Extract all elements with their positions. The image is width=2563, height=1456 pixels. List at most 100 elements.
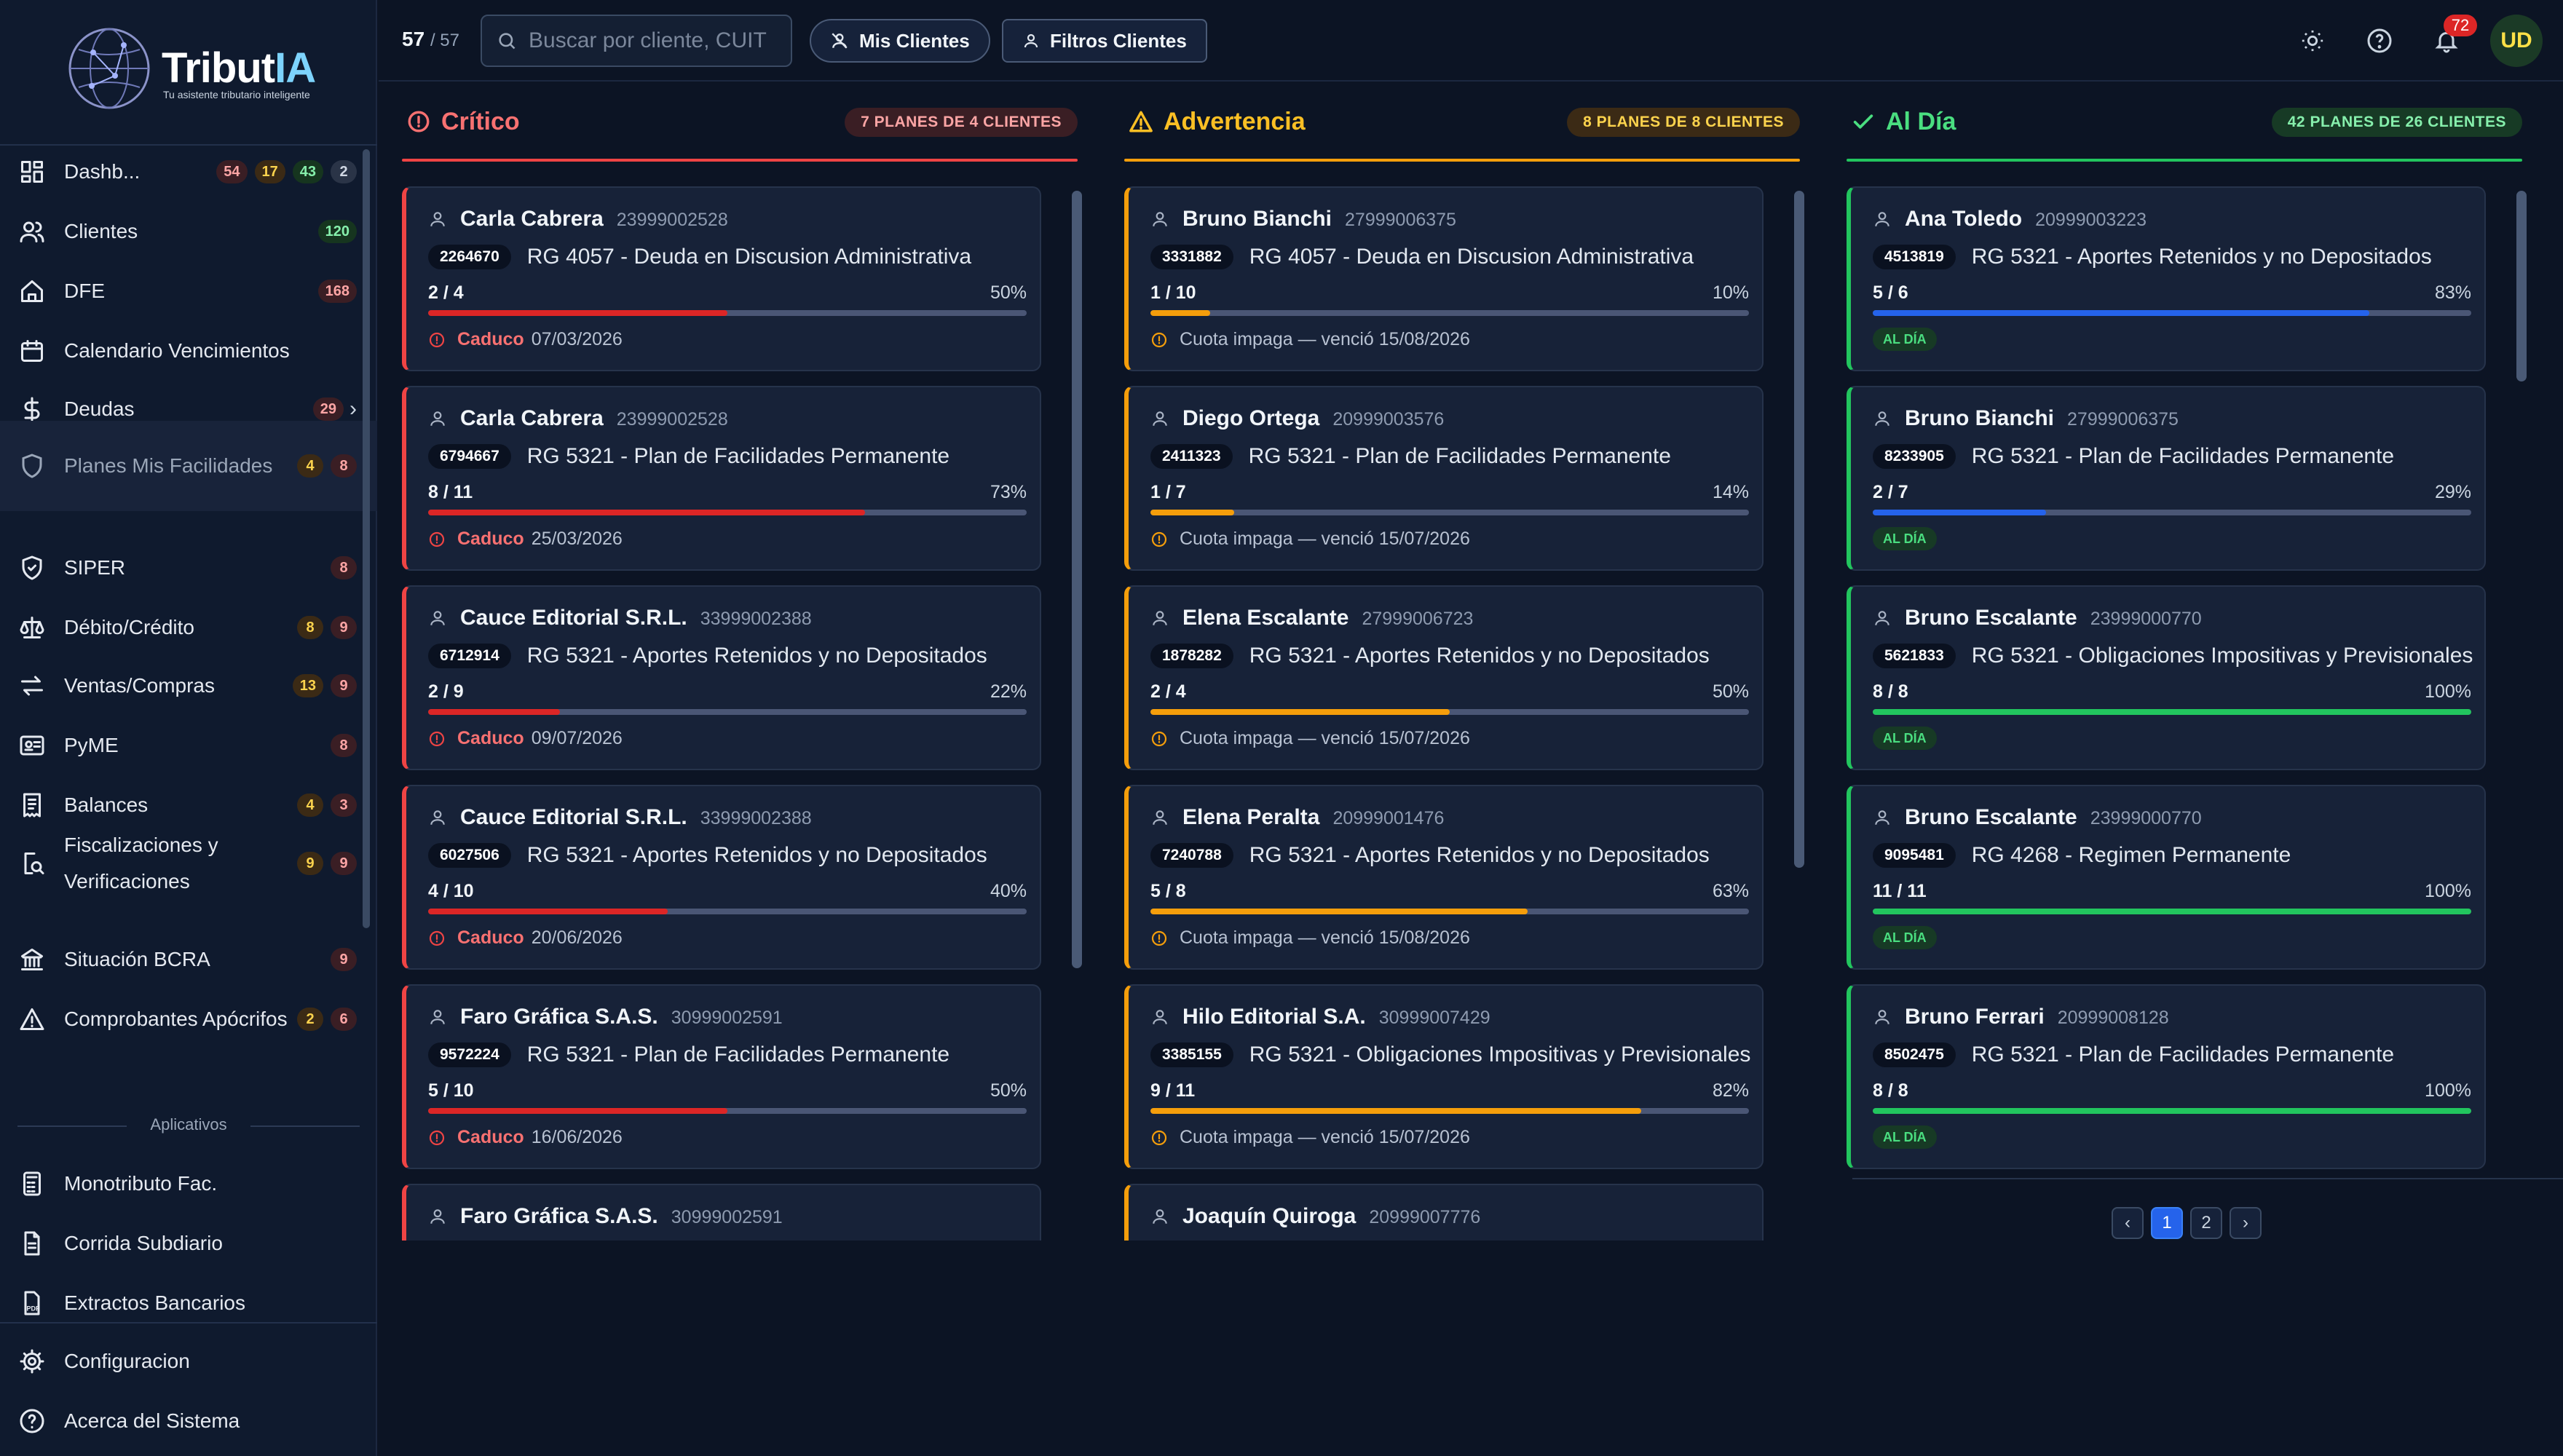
sidebar-item-comprobantes-apócrifos[interactable]: Comprobantes Apócrifos 2 6 [0, 974, 377, 1064]
sidebar-item-clientes[interactable]: Clientes 120 [0, 202, 377, 261]
progress-bar [1873, 310, 2471, 316]
sidebar-item-débito-crédito[interactable]: Débito/Crédito 8 9 [0, 598, 377, 657]
plan-card[interactable]: Faro Gráfica S.A.S. 30999002591 [402, 1184, 1041, 1241]
plan-card[interactable]: Elena Escalante 27999006723 1878282 RG 53… [1124, 585, 1764, 770]
installments-progress: 1 / 7 14% [1150, 482, 1749, 502]
page-button[interactable]: 2 [2190, 1207, 2222, 1239]
plan-row: 1878282 RG 5321 - Aportes Retenidos y no… [1150, 644, 1710, 668]
plan-card[interactable]: Joaquín Quiroga 20999007776 [1124, 1184, 1764, 1241]
next-page-button[interactable]: › [2230, 1207, 2262, 1239]
sidebar-item-fiscalizaciones-y-verificaciones[interactable]: Fiscalizaciones y Verificaciones 9 9 [0, 818, 377, 909]
help-button[interactable] [2361, 22, 2398, 60]
app-item-label: Corrida Subdiario [64, 1232, 223, 1254]
sidebar-item-siper[interactable]: SIPER 8 [0, 539, 377, 597]
status-al-dia-badge: AL DÍA [1873, 727, 1937, 750]
plan-card[interactable]: Bruno Ferrari 20999008128 8502475 RG 5321… [1847, 984, 2486, 1169]
sidebar-item-dfe[interactable]: DFE 168 [0, 262, 377, 320]
plan-row: 2264670 RG 4057 - Deuda en Discusion Adm… [428, 245, 971, 269]
status-note: Cuota impaga — venció 15/07/2026 [1180, 1127, 1470, 1147]
client-name: Elena Peralta 20999001476 [1182, 805, 1445, 829]
sidebar-item-label: PyME [64, 734, 119, 756]
client-name: Bruno Ferrari 20999008128 [1905, 1005, 2169, 1029]
search-input[interactable] [529, 28, 791, 53]
sidebar-item-label: Planes Mis Facilidades [64, 454, 273, 477]
progress-bar [1873, 709, 2471, 715]
sidebar-item-ventas-compras[interactable]: Ventas/Compras 13 9 [0, 657, 377, 715]
count-badge: 13 [292, 674, 323, 697]
mis-clientes-button[interactable]: Mis Clientes [810, 19, 990, 63]
column-title: Al Día [1886, 108, 1956, 135]
prev-page-button[interactable]: ‹ [2112, 1207, 2144, 1239]
column-scrollbar[interactable] [1794, 191, 1804, 868]
about-item[interactable]: Acerca del Sistema [0, 1392, 377, 1450]
plan-name: RG 4057 - Deuda en Discusion Administrat… [1249, 245, 1694, 269]
user-icon [1024, 33, 1038, 48]
progress-percent: 83% [2434, 282, 2471, 303]
installments-progress: 4 / 10 40% [428, 881, 1027, 901]
search-box[interactable] [481, 15, 792, 67]
tributia-logo[interactable]: TributIA Tu asistente tributario intelig… [64, 23, 316, 118]
app-item-1[interactable]: Monotributo Fac. [0, 1155, 377, 1213]
help-circle-icon [2367, 28, 2392, 53]
user-avatar[interactable]: UD [2490, 15, 2543, 67]
plan-card[interactable]: Diego Ortega 20999003576 2411323 RG 5321 … [1124, 386, 1764, 571]
plan-card[interactable]: Carla Cabrera 23999002528 6794667 RG 5321… [402, 386, 1041, 571]
plan-card[interactable]: Bruno Bianchi 27999006375 8233905 RG 5321… [1847, 386, 2486, 571]
plan-card[interactable]: Bruno Escalante 23999000770 9095481 RG 42… [1847, 785, 2486, 970]
plan-status: Cuota impaga — venció 15/08/2026 [1150, 927, 1470, 949]
app-item-3[interactable]: PDF Extractos Bancarios [0, 1274, 377, 1332]
progress-bar [1873, 1108, 2471, 1114]
column-scrollbar[interactable] [2516, 191, 2527, 381]
client-name: Carla Cabrera 23999002528 [460, 207, 728, 231]
app-item-2[interactable]: Corrida Subdiario [0, 1214, 377, 1273]
plan-card[interactable]: Cauce Editorial S.R.L. 33999002388 602750… [402, 785, 1041, 970]
progress-bar [1150, 1108, 1749, 1114]
sidebar-item-label: Calendario Vencimientos [64, 339, 290, 362]
plan-name: RG 5321 - Plan de Facilidades Permanente [1971, 1042, 2395, 1067]
plan-name: RG 5321 - Plan de Facilidades Permanente [526, 444, 950, 468]
sidebar-item-planes-mis-facilidades[interactable]: Planes Mis Facilidades 4 8 [0, 421, 377, 511]
theme-toggle-button[interactable] [2294, 22, 2331, 60]
progress-bar-fill [1873, 909, 2471, 914]
person-icon [430, 212, 445, 226]
client-name: Elena Escalante 27999006723 [1182, 606, 1474, 630]
count-badge: 17 [254, 160, 285, 183]
plan-card[interactable]: Bruno Escalante 23999000770 5621833 RG 53… [1847, 585, 2486, 770]
progress-bar-fill [1873, 709, 2471, 715]
settings-item[interactable]: Configuracion [0, 1332, 377, 1390]
client-cuit: 23999000770 [2090, 808, 2202, 828]
progress-percent: 22% [990, 681, 1027, 702]
plan-card[interactable]: Faro Gráfica S.A.S. 30999002591 9572224 R… [402, 984, 1041, 1169]
plan-card[interactable]: Hilo Editorial S.A. 30999007429 3385155 R… [1124, 984, 1764, 1169]
client-cuit: 33999002388 [700, 609, 812, 629]
sidebar-item-dashb[interactable]: Dashb... 54 17 43 2 [0, 143, 377, 201]
plan-card[interactable]: Cauce Editorial S.R.L. 33999002388 671291… [402, 585, 1041, 770]
plan-card[interactable]: Ana Toledo 20999003223 4513819 RG 5321 - … [1847, 186, 2486, 371]
person-icon [1875, 611, 1889, 625]
filtros-clientes-button[interactable]: Filtros Clientes [1002, 19, 1207, 63]
client-name: Hilo Editorial S.A. 30999007429 [1182, 1005, 1490, 1029]
plan-card[interactable]: Elena Peralta 20999001476 7240788 RG 5321… [1124, 785, 1764, 970]
page-button[interactable]: 1 [2151, 1207, 2183, 1239]
plan-card[interactable]: Carla Cabrera 23999002528 2264670 RG 4057… [402, 186, 1041, 371]
client-cuit: 23999002528 [616, 409, 728, 430]
plan-row: 6027506 RG 5321 - Aportes Retenidos y no… [428, 843, 987, 868]
progress-percent: 14% [1712, 482, 1749, 502]
status-date: 09/07/2026 [531, 728, 623, 748]
sidebar-scrollbar[interactable] [363, 149, 370, 928]
column-header: Al Día 42 PLANES DE 26 CLIENTES [1847, 102, 2522, 162]
column-underline [402, 159, 1078, 162]
plan-status: Cuota impaga — venció 15/08/2026 [1150, 329, 1470, 350]
sidebar-item-pyme[interactable]: PyME 8 [0, 716, 377, 775]
client-name: Ana Toledo 20999003223 [1905, 207, 2147, 231]
alert-circle-icon [1151, 930, 1167, 946]
progress-percent: 40% [990, 881, 1027, 901]
plan-card[interactable]: Bruno Bianchi 27999006375 3331882 RG 4057… [1124, 186, 1764, 371]
column-scrollbar[interactable] [1072, 191, 1082, 968]
progress-bar-fill [1873, 310, 2370, 316]
badge-group: 89 [297, 616, 357, 639]
client-name: Bruno Bianchi 27999006375 [1182, 207, 1456, 231]
client-name: Cauce Editorial S.R.L. 33999002388 [460, 606, 812, 630]
progress-percent: 50% [990, 282, 1027, 303]
sidebar-item-calendario-vencimientos[interactable]: Calendario Vencimientos [0, 322, 377, 380]
